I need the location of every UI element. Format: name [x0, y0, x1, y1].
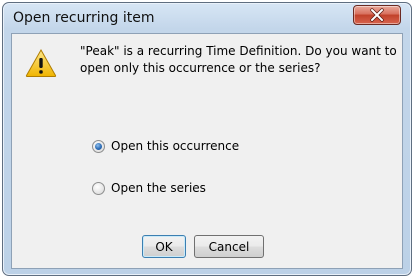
title-bar[interactable]: Open recurring item [3, 3, 411, 33]
radio-button-unchecked[interactable] [92, 181, 105, 195]
radio-label-occurrence: Open this occurrence [111, 139, 240, 153]
dialog-window: Open recurring item "Peak" is a recurrin… [2, 2, 412, 276]
radio-open-occurrence[interactable]: Open this occurrence [92, 137, 239, 155]
radio-button-checked[interactable] [92, 139, 105, 153]
dialog-body: "Peak" is a recurring Time Definition. D… [11, 33, 403, 269]
close-button[interactable] [353, 5, 401, 25]
ok-button[interactable]: OK [142, 235, 186, 258]
dialog-message: "Peak" is a recurring Time Definition. D… [80, 44, 397, 75]
dialog-title: Open recurring item [13, 10, 155, 26]
cancel-button[interactable]: Cancel [194, 235, 264, 258]
radio-open-series[interactable]: Open the series [92, 179, 206, 197]
radio-label-series: Open the series [111, 181, 206, 195]
warning-icon [25, 48, 57, 77]
close-icon [370, 8, 384, 22]
